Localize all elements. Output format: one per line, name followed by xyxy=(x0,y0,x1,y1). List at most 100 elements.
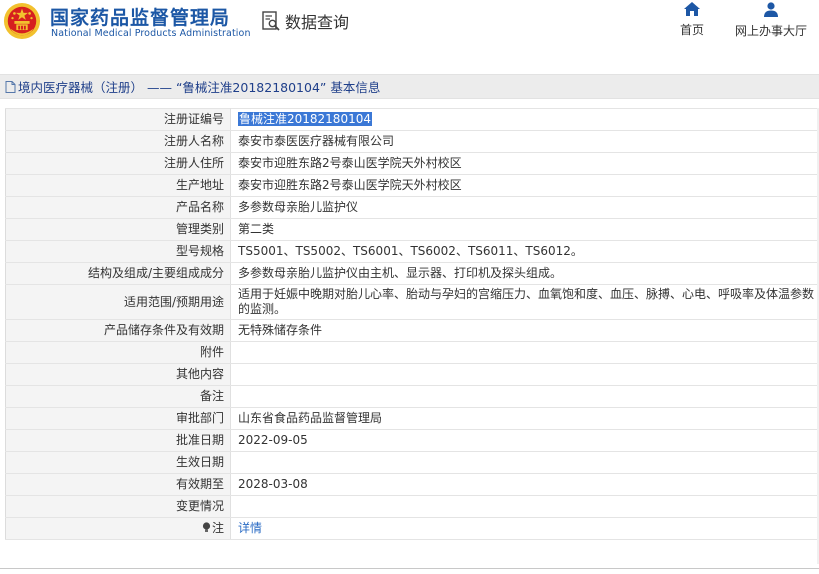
field-value-text: 适用于妊娠中晚期对胎儿心率、胎动与孕妇的宫缩压力、血氧饱和度、血压、脉搏、心电、… xyxy=(238,287,815,316)
field-value-text: 山东省食品药品监督管理局 xyxy=(238,411,383,425)
table-row: 注详情 xyxy=(5,517,819,540)
field-value xyxy=(230,495,819,518)
field-label: 结构及组成/主要组成成分 xyxy=(5,262,231,285)
field-label: 附件 xyxy=(5,341,231,364)
field-label-text: 注册人名称 xyxy=(163,134,224,148)
table-row: 有效期至 2028-03-08 xyxy=(5,473,819,496)
field-label-text: 注册证编号 xyxy=(163,112,224,126)
document-icon xyxy=(5,80,16,93)
field-value: 无特殊储存条件 xyxy=(230,319,819,342)
field-value-text: TS5001、TS5002、TS6001、TS6002、TS6011、TS601… xyxy=(238,244,583,258)
field-label: 注册证编号 xyxy=(5,108,231,131)
field-value xyxy=(230,363,819,386)
field-value-text: 多参数母亲胎儿监护仪由主机、显示器、打印机及探头组成。 xyxy=(238,266,563,280)
nav-home-label: 首页 xyxy=(679,23,704,37)
field-value-text: 多参数母亲胎儿监护仪 xyxy=(238,200,359,214)
device-info-table: 注册证编号 鲁械注准20182180104 注册人名称 泰安市泰医医疗器械有限公司 注册… xyxy=(5,108,819,540)
field-value-text: 泰安市泰医医疗器械有限公司 xyxy=(238,134,395,148)
field-value: TS5001、TS5002、TS6001、TS6002、TS6011、TS601… xyxy=(230,240,819,263)
divider xyxy=(0,568,819,569)
table-row: 型号规格 TS5001、TS5002、TS6001、TS6002、TS6011、T… xyxy=(5,240,819,263)
field-value: 第二类 xyxy=(230,218,819,241)
field-value xyxy=(230,341,819,364)
field-value-text: 泰安市迎胜东路2号泰山医学院天外村校区 xyxy=(238,178,462,192)
field-value[interactable]: 详情 xyxy=(230,517,819,540)
field-label-text: 适用范围/预期用途 xyxy=(123,294,224,309)
table-row: 注册证编号 鲁械注准20182180104 xyxy=(5,108,819,131)
field-label: 批准日期 xyxy=(5,429,231,452)
field-value: 多参数母亲胎儿监护仪由主机、显示器、打印机及探头组成。 xyxy=(230,262,819,285)
table-row: 批准日期 2022-09-05 xyxy=(5,429,819,452)
field-label: 注册人名称 xyxy=(5,130,231,153)
field-value: 2022-09-05 xyxy=(230,429,819,452)
nav-online-label: 网上办事大厅 xyxy=(734,24,807,38)
table-row: 生产地址 泰安市迎胜东路2号泰山医学院天外村校区 xyxy=(5,174,819,197)
field-label-text: 结构及组成/主要组成成分 xyxy=(87,266,224,280)
national-emblem-icon xyxy=(3,2,41,40)
table-row: 审批部门 山东省食品药品监督管理局 xyxy=(5,407,819,430)
field-label: 注册人住所 xyxy=(5,152,231,175)
table-row: 产品名称 多参数母亲胎儿监护仪 xyxy=(5,196,819,219)
table-row: 变更情况 xyxy=(5,495,819,518)
field-label: 生产地址 xyxy=(5,174,231,197)
table-row: 生效日期 xyxy=(5,451,819,474)
field-label-text: 附件 xyxy=(199,345,224,359)
field-value: 泰安市迎胜东路2号泰山医学院天外村校区 xyxy=(230,174,819,197)
field-value: 多参数母亲胎儿监护仪 xyxy=(230,196,819,219)
field-label: 生效日期 xyxy=(5,451,231,474)
field-label-text: 批准日期 xyxy=(175,433,224,447)
field-label-text: 审批部门 xyxy=(175,411,224,425)
field-label: 其他内容 xyxy=(5,363,231,386)
selected-text: 鲁械注准20182180104 xyxy=(238,112,372,126)
field-value-text: 第二类 xyxy=(238,222,275,236)
field-label-text: 注 xyxy=(211,521,224,535)
data-query-label: 数据查询 xyxy=(285,13,350,32)
details-link[interactable]: 详情 xyxy=(238,521,262,535)
field-label: 有效期至 xyxy=(5,473,231,496)
field-value: 鲁械注准20182180104 xyxy=(230,108,819,131)
user-icon xyxy=(764,2,778,17)
agency-name-english: National Medical Products Administration xyxy=(51,28,251,39)
field-label-text: 注册人住所 xyxy=(163,156,224,170)
table-row: 附件 xyxy=(5,341,819,364)
table-row: 结构及组成/主要组成成分 多参数母亲胎儿监护仪由主机、显示器、打印机及探头组成。 xyxy=(5,262,819,285)
breadcrumb-text: 境内医疗器械（注册） —— “鲁械注准20182180104” 基本信息 xyxy=(18,80,381,95)
field-value: 泰安市泰医医疗器械有限公司 xyxy=(230,130,819,153)
field-label: 型号规格 xyxy=(5,240,231,263)
field-label: 变更情况 xyxy=(5,495,231,518)
field-value-text: 泰安市迎胜东路2号泰山医学院天外村校区 xyxy=(238,156,462,170)
field-value xyxy=(230,451,819,474)
field-value xyxy=(230,385,819,408)
breadcrumb: 境内医疗器械（注册） —— “鲁械注准20182180104” 基本信息 xyxy=(0,74,819,99)
field-value-text: 2028-03-08 xyxy=(238,477,308,491)
nav-home[interactable]: 首页 xyxy=(676,2,708,38)
field-value-text: 无特殊储存条件 xyxy=(238,323,323,337)
field-value: 泰安市迎胜东路2号泰山医学院天外村校区 xyxy=(230,152,819,175)
table-row: 注册人住所 泰安市迎胜东路2号泰山医学院天外村校区 xyxy=(5,152,819,175)
field-label-text: 产品储存条件及有效期 xyxy=(103,323,224,337)
field-label-text: 管理类别 xyxy=(175,222,224,236)
bulb-icon xyxy=(202,521,212,535)
table-row: 其他内容 xyxy=(5,363,819,386)
table-row: 注册人名称 泰安市泰医医疗器械有限公司 xyxy=(5,130,819,153)
field-label: 产品储存条件及有效期 xyxy=(5,319,231,342)
field-label: 适用范围/预期用途 xyxy=(5,284,231,320)
nav-online-service-hall[interactable]: 网上办事大厅 xyxy=(733,2,809,39)
field-label-text: 其他内容 xyxy=(175,367,224,381)
agency-name: 国家药品监督管理局 xyxy=(50,7,231,29)
field-value: 2028-03-08 xyxy=(230,473,819,496)
field-label-text: 有效期至 xyxy=(175,477,224,491)
field-value: 山东省食品药品监督管理局 xyxy=(230,407,819,430)
data-search-icon xyxy=(262,11,280,31)
field-label: 管理类别 xyxy=(5,218,231,241)
field-value: 适用于妊娠中晚期对胎儿心率、胎动与孕妇的宫缩压力、血氧饱和度、血压、脉搏、心电、… xyxy=(230,284,819,320)
field-label-text: 变更情况 xyxy=(175,499,224,513)
field-label-text: 生产地址 xyxy=(175,178,224,192)
table-row: 管理类别 第二类 xyxy=(5,218,819,241)
table-row: 适用范围/预期用途 适用于妊娠中晚期对胎儿心率、胎动与孕妇的宫缩压力、血氧饱和度、… xyxy=(5,284,819,320)
table-row: 产品储存条件及有效期 无特殊储存条件 xyxy=(5,319,819,342)
site-header: 国家药品监督管理局 National Medical Products Admi… xyxy=(0,0,819,52)
field-label-text: 备注 xyxy=(199,389,224,403)
field-label-text: 生效日期 xyxy=(175,455,224,469)
field-label: 注 xyxy=(5,517,231,540)
